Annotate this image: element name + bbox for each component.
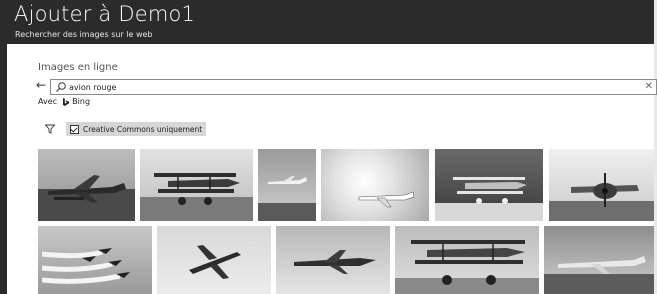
bing-logo-icon: [62, 97, 69, 106]
image-result[interactable]: [38, 149, 135, 221]
left-window-edge: [0, 0, 7, 294]
plane-image: [294, 250, 376, 274]
online-images-dialog: Images en ligne ← ✕ Avec Bing Creative C…: [7, 44, 657, 294]
plane-image: [358, 191, 415, 208]
plane-image: [189, 245, 241, 279]
provider-name: Bing: [72, 97, 91, 106]
plane-image: [411, 240, 525, 285]
image-result[interactable]: [38, 226, 152, 294]
search-input[interactable]: [69, 80, 629, 94]
plane-image: [154, 173, 240, 205]
app-title: Ajouter à Demo1: [14, 2, 196, 26]
creative-commons-label: Creative Commons uniquement: [83, 124, 203, 134]
image-result[interactable]: [321, 149, 429, 221]
plane-image: [558, 256, 646, 274]
dialog-title: Images en ligne: [38, 62, 118, 73]
arrow-left-icon[interactable]: ←: [36, 78, 46, 92]
image-result[interactable]: [395, 226, 539, 294]
image-result[interactable]: [258, 149, 316, 221]
image-result[interactable]: [549, 149, 654, 221]
title-bar: Ajouter à Demo1 Rechercher des images su…: [7, 0, 654, 44]
image-result[interactable]: [276, 226, 390, 294]
plane-image: [48, 175, 126, 203]
plane-image: [268, 176, 307, 184]
plane-image: [571, 173, 639, 207]
provider-label: Avec Bing: [38, 97, 90, 106]
app-subtitle: Rechercher des images sur le web: [15, 30, 153, 39]
plane-image: [42, 248, 130, 284]
close-icon[interactable]: ✕: [645, 80, 653, 94]
provider-prefix: Avec: [38, 97, 58, 106]
image-result[interactable]: [544, 226, 654, 294]
search-icon: [56, 82, 66, 92]
filter-icon[interactable]: [45, 124, 55, 134]
plane-image: [453, 177, 527, 204]
image-result[interactable]: [435, 149, 543, 221]
image-result[interactable]: [140, 149, 253, 221]
creative-commons-filter[interactable]: Creative Commons uniquement: [66, 122, 207, 136]
search-box[interactable]: ✕: [50, 79, 657, 95]
creative-commons-checkbox[interactable]: [70, 124, 79, 134]
image-result[interactable]: [157, 226, 271, 294]
